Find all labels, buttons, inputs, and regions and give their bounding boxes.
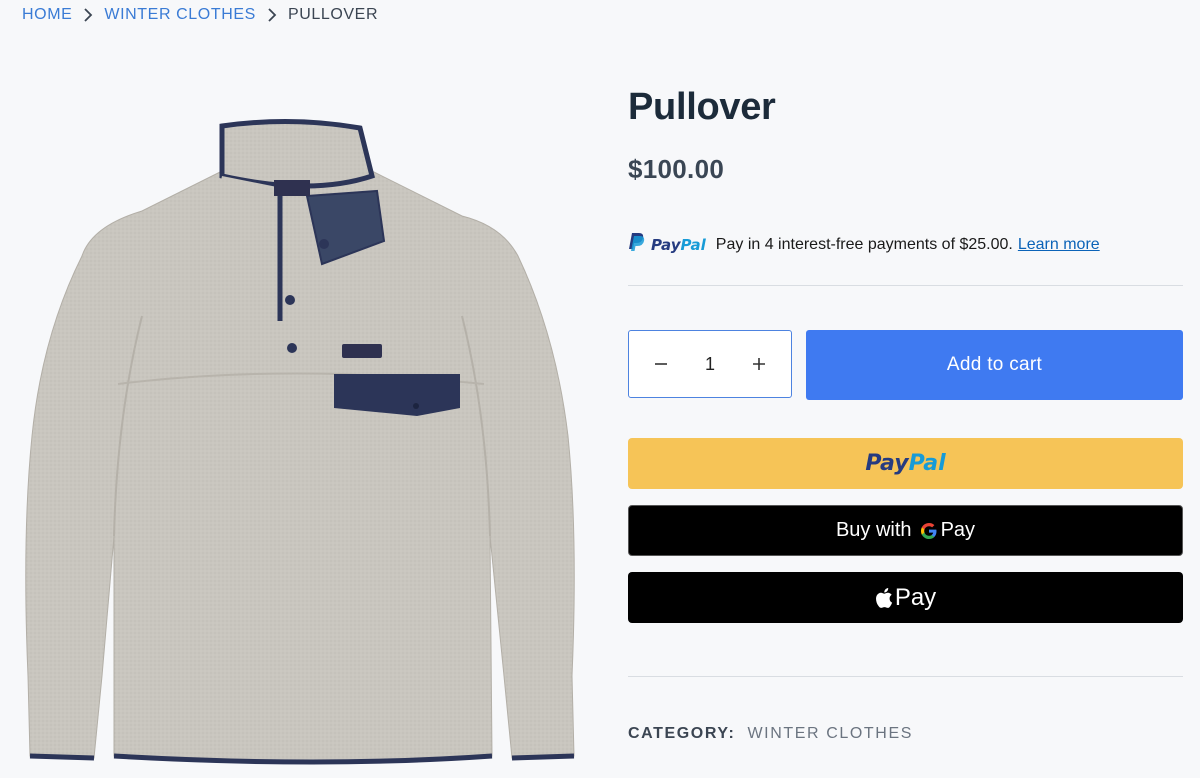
divider [628, 676, 1183, 677]
paypal-pay-later-message: PayPal Pay in 4 interest-free payments o… [628, 232, 1100, 257]
category-link[interactable]: WINTER CLOTHES [747, 725, 913, 742]
gpay-suffix-text: Pay [940, 519, 976, 541]
product-title: Pullover [628, 86, 776, 128]
google-pay-button[interactable]: Buy with Pay [628, 505, 1183, 556]
google-g-icon [920, 522, 938, 540]
breadcrumb-home-link[interactable]: HOME [22, 6, 72, 24]
paypal-logo-pal: Pal [680, 235, 706, 254]
paypal-button-pay: Pay [865, 451, 909, 476]
breadcrumb: HOME WINTER CLOTHES PULLOVER [22, 6, 378, 24]
breadcrumb-current: PULLOVER [287, 6, 379, 23]
paypal-logo-pay: Pay [651, 235, 681, 254]
paypal-button-pal: Pal [908, 451, 946, 476]
quantity-decrease-button[interactable] [629, 331, 692, 397]
paypal-checkout-button[interactable]: PayPal [628, 438, 1183, 489]
applepay-text: Pay [894, 583, 937, 611]
paypal-p-icon [628, 232, 645, 257]
divider [628, 285, 1183, 286]
plus-icon [753, 358, 766, 370]
breadcrumb-category-link[interactable]: WINTER CLOTHES [104, 6, 256, 24]
chevron-right-icon [78, 6, 98, 24]
gpay-prefix-text: Buy with [835, 519, 912, 541]
chevron-right-icon [262, 6, 282, 24]
quantity-input[interactable]: 1 [692, 354, 728, 375]
paypal-logo: PayPal [628, 232, 706, 257]
minus-icon [654, 363, 667, 365]
quantity-stepper: 1 [628, 330, 792, 398]
product-price: $100.00 [628, 154, 725, 184]
pay-later-text: Pay in 4 interest-free payments of $25.0… [715, 235, 1013, 253]
add-to-cart-button[interactable]: Add to cart [806, 330, 1183, 400]
product-category: CATEGORY: WINTER CLOTHES [628, 725, 913, 743]
apple-pay-button[interactable]: Pay [628, 572, 1183, 623]
category-label: CATEGORY: [628, 725, 736, 742]
learn-more-link[interactable]: Learn more [1018, 236, 1100, 254]
apple-icon [875, 587, 893, 609]
product-image[interactable] [22, 116, 578, 766]
quantity-increase-button[interactable] [728, 331, 791, 397]
